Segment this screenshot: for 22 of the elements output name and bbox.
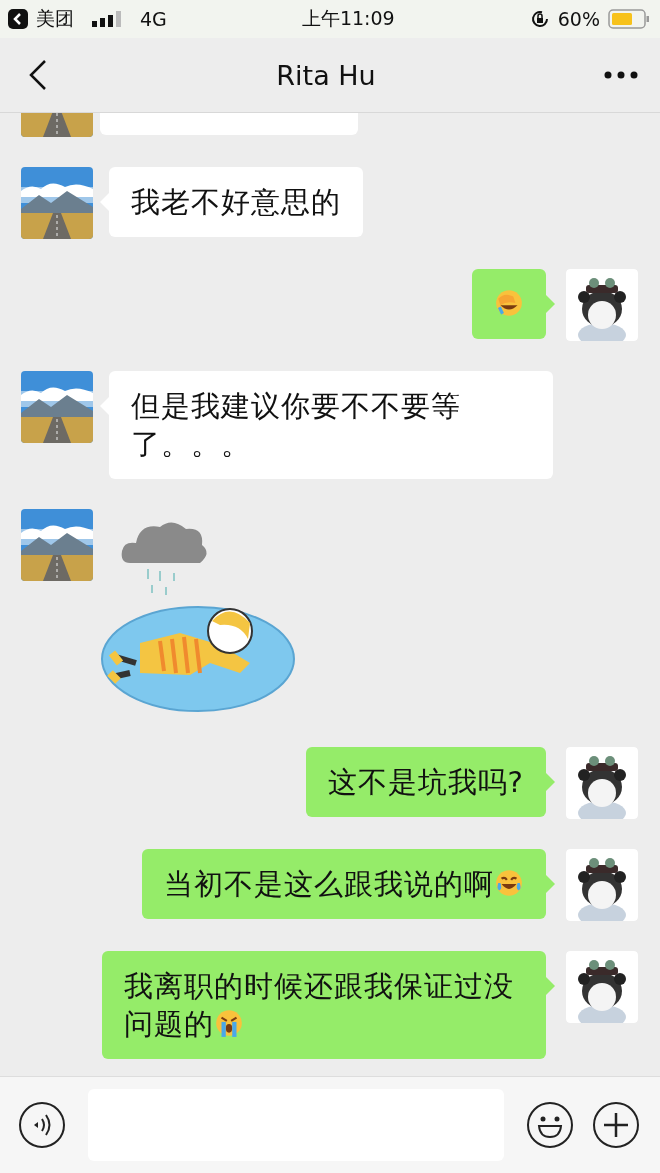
chat-title: Rita Hu [275,59,377,91]
emoji-icon [494,868,524,898]
more-icon[interactable] [604,71,638,79]
message-bubble: 当初不是这么跟我说的啊 [142,849,546,919]
back-icon[interactable] [28,59,48,91]
message-bubble: 我离职的时候还跟我保证过没问题的 [102,951,546,1059]
emoji-icon [214,1008,244,1038]
network-label: 4G [140,8,167,30]
message-bubble: 我老不好意思的 [109,167,363,237]
message-bubble: 这不是坑我吗? [305,747,546,817]
clock: 上午11:09 [300,6,396,31]
rotation-lock-icon [529,9,550,29]
battery-icon [608,9,650,29]
emoji-icon[interactable] [526,1101,574,1149]
back-app-icon[interactable] [8,9,28,29]
emoji-icon [494,288,524,318]
signal-icon [92,11,122,27]
add-icon[interactable] [592,1101,640,1149]
voice-icon[interactable] [18,1101,66,1149]
message-bubble: 但是我建议你要不不要等了。。。 [109,371,553,479]
battery-percent: 60% [557,8,600,30]
back-app-label[interactable]: 美团 [36,6,74,32]
